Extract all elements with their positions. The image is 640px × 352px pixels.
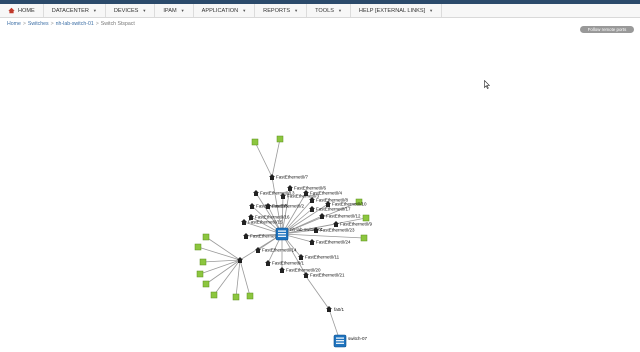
remote-link: [197, 246, 241, 261]
endpoint-icon[interactable]: [199, 258, 207, 266]
port-icon[interactable]: [309, 239, 315, 245]
remote-link: [205, 236, 241, 261]
port-icon[interactable]: [333, 221, 339, 227]
port-label: FastEthernet0/24: [316, 240, 351, 245]
port-label: FastEthernet0/3: [287, 194, 320, 199]
endpoint-icon[interactable]: [202, 233, 210, 241]
endpoint-icon[interactable]: [360, 234, 368, 242]
port-icon[interactable]: [279, 267, 285, 273]
port-label: FastEthernet0/15: [248, 220, 283, 225]
port-label: FastEthernet0/2: [272, 204, 305, 209]
mouse-cursor-icon: [484, 80, 490, 89]
port-icon[interactable]: [243, 233, 249, 239]
uplink-link: [304, 274, 330, 310]
port-label: FastEthernet0/17: [316, 207, 351, 212]
remote-link: [254, 141, 273, 178]
uplink-label: fa0/1: [334, 307, 345, 312]
remote-switch-icon[interactable]: [333, 334, 347, 348]
endpoint-icon[interactable]: [194, 243, 202, 251]
main-switch-label: nh-lab-switch-01: [290, 227, 324, 232]
endpoint-icon[interactable]: [202, 280, 210, 288]
port-icon[interactable]: [265, 260, 271, 266]
remote-link: [235, 259, 241, 298]
remote-switch-label: switch-07: [348, 336, 368, 341]
endpoint-icon[interactable]: [362, 214, 370, 222]
main-switch-icon[interactable]: [275, 227, 289, 241]
port-label: FastEthernet0/23: [320, 228, 355, 233]
port-label: FastEthernet0/7: [276, 175, 309, 180]
remote-link: [239, 259, 251, 297]
endpoint-icon[interactable]: [251, 138, 259, 146]
remote-link: [205, 259, 241, 285]
endpoint-icon[interactable]: [196, 270, 204, 278]
port-icon[interactable]: [241, 219, 247, 225]
endpoint-icon[interactable]: [276, 135, 284, 143]
port-label: FastEthernet0/12: [326, 214, 361, 219]
endpoint-icon[interactable]: [210, 291, 218, 299]
port-icon[interactable]: [237, 257, 243, 263]
port-icon[interactable]: [303, 272, 309, 278]
port-icon[interactable]: [326, 306, 332, 312]
switch-topology-graph[interactable]: FastEthernet0/7FastEthernet0/6FastEthern…: [0, 0, 640, 352]
port-icon[interactable]: [253, 190, 259, 196]
remote-link: [271, 138, 281, 178]
port-label: FastEthernet0/14: [262, 248, 297, 253]
port-label: FastEthernet0/11: [305, 255, 340, 260]
remote-link: [213, 259, 241, 296]
port-label: FastEthernet0/1: [272, 261, 305, 266]
port-label: FastEthernet0/9: [340, 222, 373, 227]
endpoint-icon[interactable]: [232, 293, 240, 301]
endpoint-icon[interactable]: [246, 292, 254, 300]
port-icon[interactable]: [269, 174, 275, 180]
port-label: FastEthernet0/21: [310, 273, 345, 278]
